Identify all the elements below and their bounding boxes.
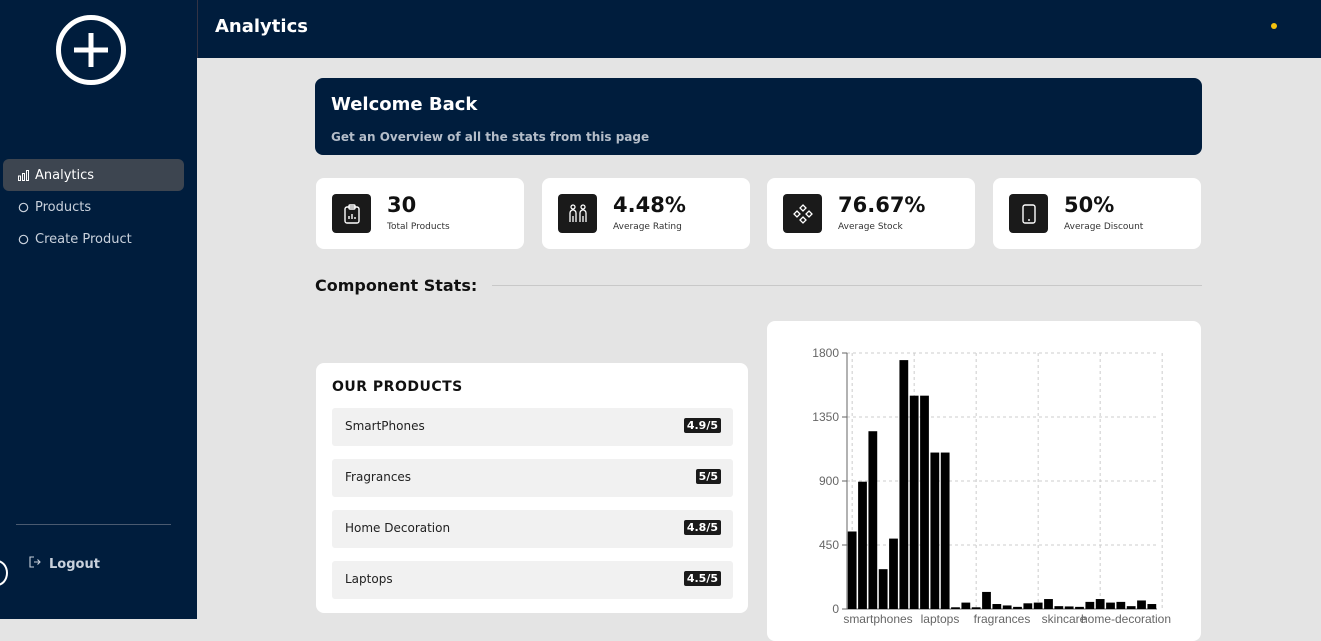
stat-value: 50% xyxy=(1064,193,1115,217)
bar-chart-icon xyxy=(17,169,29,181)
tablet-icon xyxy=(1009,194,1048,233)
list-item[interactable]: Fragrances 5/5 xyxy=(332,459,733,497)
bar xyxy=(982,591,991,609)
bar xyxy=(1126,606,1136,609)
list-item[interactable]: SmartPhones 4.9/5 xyxy=(332,408,733,446)
product-category-name: Fragrances xyxy=(345,470,412,484)
rating-badge: 5/5 xyxy=(695,469,721,484)
bar xyxy=(847,531,857,609)
y-tick-label: 900 xyxy=(819,474,839,488)
logout-label: Logout xyxy=(49,556,100,572)
sidebar-item-label: Create Product xyxy=(35,231,132,247)
bar xyxy=(899,360,909,609)
product-category-name: Home Decoration xyxy=(345,521,451,535)
rating-badge: 4.9/5 xyxy=(683,418,721,433)
bar xyxy=(1085,601,1095,609)
diamond-grid-icon xyxy=(783,194,822,233)
bar xyxy=(940,452,950,609)
x-tick-label: fragrances xyxy=(974,612,1031,626)
x-tick-label: smartphones xyxy=(843,612,912,626)
sidebar-item-label: Products xyxy=(35,199,92,215)
stat-card-total-products: 30 Total Products xyxy=(316,178,524,249)
section-divider xyxy=(492,285,1202,286)
stat-label: Total Products xyxy=(387,222,450,232)
logout-button[interactable]: Logout xyxy=(29,556,100,572)
stat-card-average-discount: 50% Average Discount xyxy=(993,178,1201,249)
product-category-name: Laptops xyxy=(345,572,393,586)
stat-value: 76.67% xyxy=(838,193,926,217)
bar xyxy=(1013,606,1022,609)
products-panel: OUR PRODUCTS SmartPhones 4.9/5 Fragrance… xyxy=(316,363,748,613)
stat-card-average-stock: 76.67% Average Stock xyxy=(767,178,975,249)
bar xyxy=(961,602,971,609)
bar xyxy=(1116,601,1126,609)
stock-bar-chart: 0 450 900 1350 1800 smartphones laptops fragran… xyxy=(812,346,1171,626)
logout-icon xyxy=(29,556,41,572)
rating-badge: 4.5/5 xyxy=(683,571,721,586)
sidebar-item-analytics[interactable]: Analytics xyxy=(3,159,184,191)
stat-value: 30 xyxy=(387,193,417,217)
stat-label: Average Discount xyxy=(1064,222,1144,232)
product-category-name: SmartPhones xyxy=(345,419,425,433)
status-dot-icon[interactable] xyxy=(1271,23,1277,29)
welcome-subtitle: Get an Overview of all the stats from th… xyxy=(331,130,650,144)
bar xyxy=(1095,599,1105,609)
bar xyxy=(930,452,940,609)
bar xyxy=(858,481,867,609)
list-item[interactable]: Laptops 4.5/5 xyxy=(332,561,733,599)
bar xyxy=(920,395,929,609)
top-header: Analytics xyxy=(197,0,1321,58)
y-tick-label: 450 xyxy=(819,538,839,552)
rating-badge: 4.8/5 xyxy=(683,520,721,535)
bar xyxy=(878,569,888,609)
bar xyxy=(1106,602,1115,609)
section-title: Component Stats: xyxy=(315,276,478,295)
clipboard-chart-icon xyxy=(332,194,371,233)
x-tick-label: skincare xyxy=(1042,612,1087,626)
avatar xyxy=(0,560,8,586)
products-panel-title: OUR PRODUCTS xyxy=(332,379,463,395)
bar xyxy=(889,538,898,609)
welcome-banner: Welcome Back Get an Overview of all the … xyxy=(315,78,1202,155)
bar xyxy=(1147,604,1157,609)
bar xyxy=(1044,599,1053,609)
bar xyxy=(909,395,919,609)
x-tick-label: home-decoration xyxy=(1081,612,1171,626)
bar xyxy=(1054,606,1064,609)
list-item[interactable]: Home Decoration 4.8/5 xyxy=(332,510,733,548)
bar xyxy=(992,604,1002,609)
bar xyxy=(1075,606,1084,609)
circle-icon xyxy=(17,233,29,245)
sidebar-item-products[interactable]: Products xyxy=(3,191,184,223)
sidebar-divider xyxy=(16,524,171,525)
circle-icon xyxy=(17,201,29,213)
stat-label: Average Stock xyxy=(838,222,903,232)
stat-card-average-rating: 4.48% Average Rating xyxy=(542,178,750,249)
stock-chart-panel: 0 450 900 1350 1800 smartphones laptops fragran… xyxy=(767,321,1201,641)
bar xyxy=(1033,602,1043,609)
welcome-title: Welcome Back xyxy=(331,94,478,115)
bar xyxy=(1002,605,1012,609)
stat-value: 4.48% xyxy=(613,193,686,217)
bar xyxy=(868,431,878,609)
sidebar-item-label: Analytics xyxy=(35,167,95,183)
y-tick-label: 1350 xyxy=(812,410,839,424)
bar xyxy=(971,607,981,609)
add-logo-icon[interactable] xyxy=(56,15,126,85)
bar xyxy=(1023,603,1033,609)
sidebar-item-create-product[interactable]: Create Product xyxy=(3,223,184,255)
stat-label: Average Rating xyxy=(613,222,682,232)
x-tick-label: laptops xyxy=(921,612,960,626)
people-icon xyxy=(558,194,597,233)
sidebar: Analytics Products Create Product Logout xyxy=(0,0,197,619)
page-title: Analytics xyxy=(215,16,308,37)
bar xyxy=(1064,606,1074,609)
bar xyxy=(951,607,960,609)
y-tick-label: 1800 xyxy=(812,346,839,360)
bar xyxy=(1137,600,1146,609)
y-tick-label: 0 xyxy=(832,602,839,616)
